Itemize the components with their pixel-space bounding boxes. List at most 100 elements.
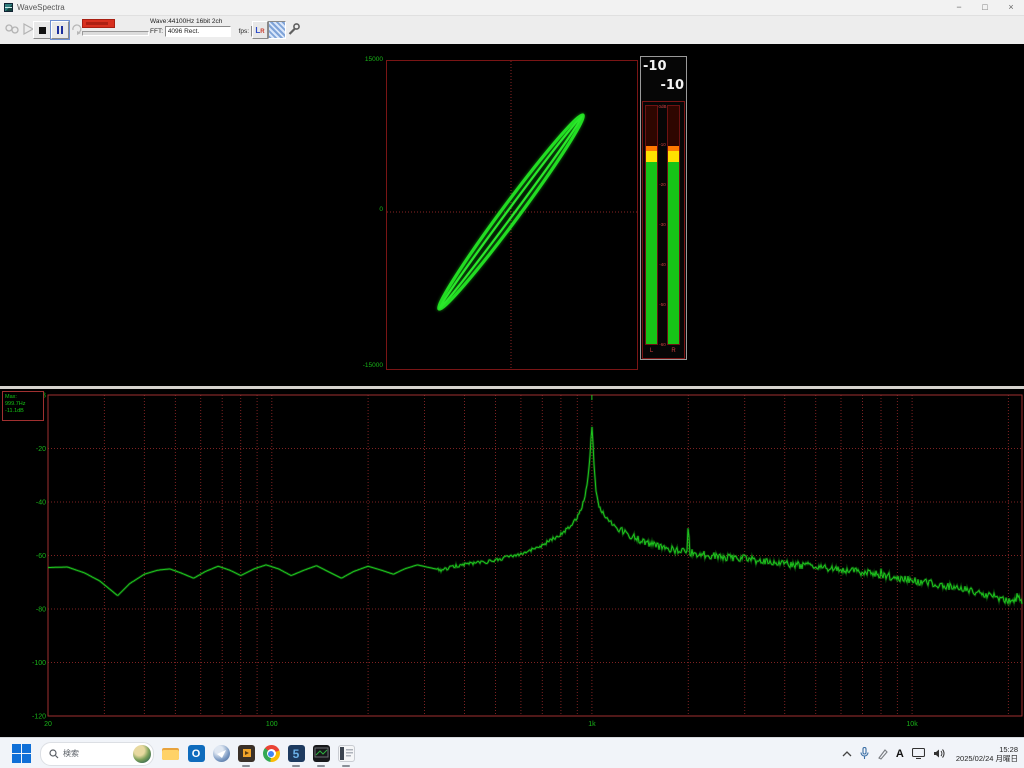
meter-bar-right: [667, 105, 680, 345]
max-readout-box: Max: 999.7Hz -11.1dB: [2, 391, 44, 421]
running-indicator: [242, 765, 250, 767]
search-placeholder: 検索: [63, 748, 79, 759]
y-axis-tick-label: -20: [36, 446, 46, 453]
y-axis-tick-label: -40: [36, 500, 46, 507]
spectrum-grid: [48, 395, 1022, 716]
spectrum-section: 0dB-20-40-60-80-100-120201001k10k Max: 9…: [0, 389, 1024, 736]
dark-media-icon: [238, 745, 255, 762]
taskbar-app-wavespectra[interactable]: [335, 741, 357, 767]
search-highlight-image[interactable]: [133, 745, 151, 763]
dark-capture-app-icon: [313, 745, 330, 762]
fps-label: fps:: [239, 28, 249, 35]
taskbar-app-explorer[interactable]: [160, 741, 182, 767]
x-axis-tick-label: 20: [44, 721, 52, 728]
taskbar-app-dark-media[interactable]: [235, 741, 257, 767]
max-label: Max:: [5, 394, 43, 401]
y-axis-tick-label: -120: [32, 714, 46, 721]
spectrum-chart: 0dB-20-40-60-80-100-120201001k10k: [0, 389, 1024, 736]
wrench-icon[interactable]: [287, 22, 301, 36]
peak-readout-right: -10: [641, 76, 686, 95]
wavespectra-app-icon: [4, 3, 13, 12]
wave-value: 44100Hz 16bit 2ch: [168, 18, 222, 25]
display-mode-button[interactable]: [268, 21, 286, 39]
taskbar-app-chrome[interactable]: [260, 741, 282, 767]
record-icon[interactable]: [5, 23, 19, 36]
taskbar-app-media-orb[interactable]: [210, 741, 232, 767]
x-axis-tick-label: 1k: [588, 721, 596, 728]
stop-icon: [39, 27, 46, 34]
x-axis-tick-label: 10k: [906, 721, 918, 728]
meter-scale-top-label: 0dB: [658, 104, 667, 109]
meter-scale-tick-label: -20: [658, 182, 667, 187]
meter-bar-left: [645, 105, 658, 345]
x-axis-tick-label: 100: [266, 721, 278, 728]
progress-indicator: [82, 19, 115, 28]
maximize-button[interactable]: □: [972, 0, 998, 15]
media-orb-icon: [213, 745, 230, 762]
chrome-icon: [263, 745, 280, 762]
clock-time: 15:28: [956, 745, 1018, 754]
display-icon[interactable]: [912, 748, 925, 759]
level-meter-panel: -10 -10 0dB -10 -20 -30 -40 -50 -60 L R: [640, 56, 687, 360]
spectrum-axis-labels: 0dB-20-40-60-80-100-120201001k10k: [32, 393, 918, 729]
fft-label: FFT:: [150, 28, 163, 35]
lissajous-plot: [386, 60, 638, 370]
search-box[interactable]: 検索: [40, 742, 154, 766]
channel-label-right: R: [667, 348, 680, 354]
meter-scale-tick-label: -10: [658, 142, 667, 147]
taskbar-app-outlook[interactable]: O: [185, 741, 207, 767]
meter-scale-tick-label: -30: [658, 222, 667, 227]
y-axis-tick-label: -80: [36, 607, 46, 614]
microphone-icon[interactable]: [860, 747, 869, 760]
outlook-icon: O: [188, 745, 205, 762]
fft-size-field[interactable]: 4096 Rect.: [165, 26, 231, 37]
meter-scale-tick-label: -60: [658, 342, 667, 347]
clock[interactable]: 15:28 2025/02/24 月曜日: [956, 745, 1018, 763]
max-level: -11.1dB: [5, 408, 43, 415]
pen-icon[interactable]: [877, 748, 888, 760]
liss-ymin-label: -15000: [347, 362, 383, 369]
max-freq: 999.7Hz: [5, 401, 43, 408]
ime-a-indicator[interactable]: A: [896, 748, 904, 760]
stop-button[interactable]: [33, 21, 51, 39]
running-indicator: [292, 765, 300, 767]
lr-display-button[interactable]: LR: [252, 21, 268, 39]
window-title: WaveSpectra: [17, 3, 65, 12]
window-titlebar: WaveSpectra − □ ×: [0, 0, 1024, 16]
liss-zero-label: 0: [347, 206, 383, 213]
meter-body: 0dB -10 -20 -30 -40 -50 -60 L R: [642, 101, 685, 359]
meter-scale: 0dB -10 -20 -30 -40 -50 -60: [658, 105, 667, 345]
clock-date: 2025/02/24 月曜日: [956, 754, 1018, 763]
search-icon: [49, 749, 59, 759]
explorer-icon: [162, 746, 180, 761]
chevron-up-icon[interactable]: [842, 751, 852, 757]
y-axis-tick-label: -60: [36, 553, 46, 560]
taskbar-apps: O 5: [160, 741, 357, 767]
pause-icon: [57, 26, 63, 34]
running-indicator: [317, 765, 325, 767]
meter-scale-tick-label: -40: [658, 262, 667, 267]
running-indicator: [342, 765, 350, 767]
taskbar-app-blue-five[interactable]: 5: [285, 741, 307, 767]
white-window-app-icon: [338, 745, 355, 762]
meter-scale-tick-label: -50: [658, 302, 667, 307]
start-button[interactable]: [10, 743, 32, 765]
lr-display-icon: LR: [255, 26, 264, 35]
channel-label-left: L: [645, 348, 658, 354]
position-slider[interactable]: [82, 31, 149, 36]
taskbar-app-dark-capture[interactable]: [310, 741, 332, 767]
toolbar: Wave:44100Hz 16bit 2ch FFT: 4096 Rect. f…: [0, 16, 1024, 45]
speaker-icon[interactable]: [933, 748, 946, 759]
spectrum-curve-glow: [48, 427, 1022, 604]
peak-readout: -10 -10: [641, 57, 686, 99]
peak-readout-left: -10: [641, 57, 686, 76]
minimize-button[interactable]: −: [946, 0, 972, 15]
scope-section: 15000 0 -15000 -10 -10 0dB -10 -20 -30 -40 -5…: [0, 44, 1024, 386]
close-button[interactable]: ×: [998, 0, 1024, 15]
blue-five-app-icon: 5: [288, 745, 305, 762]
lissajous-figure: [387, 61, 637, 369]
stream-info: Wave:44100Hz 16bit 2ch FFT: 4096 Rect. f…: [150, 17, 267, 37]
system-tray: A 15:28 2025/02/24 月曜日: [842, 745, 1024, 763]
liss-ymax-label: 15000: [347, 56, 383, 63]
pause-button[interactable]: [51, 21, 69, 39]
